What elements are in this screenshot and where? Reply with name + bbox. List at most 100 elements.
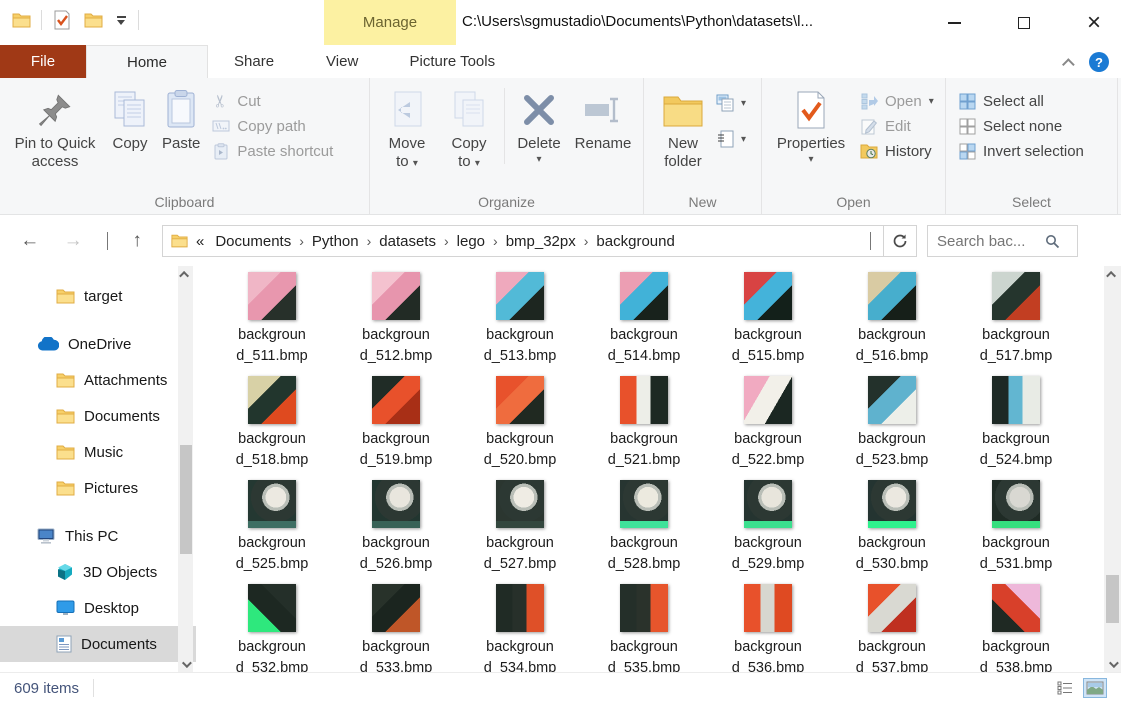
search-input[interactable]: [937, 233, 1045, 250]
history-button[interactable]: History: [860, 142, 934, 160]
paste-shortcut-button[interactable]: Paste shortcut: [212, 142, 333, 160]
address-dropdown-chevron[interactable]: [862, 232, 879, 250]
file-item-background_523-bmp[interactable]: background_523.bmp: [830, 376, 954, 480]
file-item-background_527-bmp[interactable]: background_527.bmp: [458, 480, 582, 584]
file-item-background_516-bmp[interactable]: background_516.bmp: [830, 272, 954, 376]
invert-selection-button[interactable]: Invert selection: [958, 142, 1084, 160]
sidebar-item-downloads[interactable]: Downloads: [0, 662, 196, 672]
sidebar-item-onedrive[interactable]: OneDrive: [0, 326, 196, 362]
file-item-background_513-bmp[interactable]: background_513.bmp: [458, 272, 582, 376]
files-scroll-up-icon[interactable]: [1104, 266, 1121, 282]
sidebar-scrollbar[interactable]: [178, 266, 193, 672]
back-button[interactable]: ←: [20, 230, 39, 252]
new-item-button[interactable]: ▾: [716, 94, 746, 112]
files-scroll-down-icon[interactable]: [1104, 656, 1121, 672]
paste-button[interactable]: Paste: [156, 82, 206, 153]
file-item-background_538-bmp[interactable]: background_538.bmp: [954, 584, 1078, 672]
file-item-background_535-bmp[interactable]: background_535.bmp: [582, 584, 706, 672]
file-item-background_511-bmp[interactable]: background_511.bmp: [210, 272, 334, 376]
rename-button[interactable]: Rename: [569, 82, 637, 153]
collapse-ribbon-chevron-icon[interactable]: [1066, 58, 1075, 67]
file-item-background_512-bmp[interactable]: background_512.bmp: [334, 272, 458, 376]
tab-home[interactable]: Home: [86, 45, 208, 78]
open-button[interactable]: Open ▾: [860, 92, 934, 110]
details-view-button[interactable]: [1053, 678, 1077, 698]
files-scroll-thumb[interactable]: [1106, 575, 1119, 624]
file-item-background_533-bmp[interactable]: background_533.bmp: [334, 584, 458, 672]
easy-access-button[interactable]: ▾: [716, 130, 746, 148]
edit-button[interactable]: Edit: [860, 117, 934, 135]
sidebar-item-pictures[interactable]: Pictures: [0, 470, 196, 506]
copy-path-button[interactable]: Copy path: [212, 117, 333, 135]
cut-button[interactable]: ✂ Cut: [212, 92, 333, 110]
tab-share[interactable]: Share: [208, 45, 300, 78]
file-item-background_517-bmp[interactable]: background_517.bmp: [954, 272, 1078, 376]
file-item-background_536-bmp[interactable]: background_536.bmp: [706, 584, 830, 672]
copy-button[interactable]: Copy: [104, 82, 156, 153]
breadcrumb-background[interactable]: background: [589, 233, 681, 250]
file-item-background_532-bmp[interactable]: background_532.bmp: [210, 584, 334, 672]
file-item-background_537-bmp[interactable]: background_537.bmp: [830, 584, 954, 672]
file-item-background_530-bmp[interactable]: background_530.bmp: [830, 480, 954, 584]
breadcrumb-python[interactable]: Python: [305, 233, 366, 250]
file-item-background_525-bmp[interactable]: background_525.bmp: [210, 480, 334, 584]
breadcrumb-overflow[interactable]: «: [188, 233, 208, 250]
new-folder-button[interactable]: New folder: [650, 82, 716, 172]
file-item-background_518-bmp[interactable]: background_518.bmp: [210, 376, 334, 480]
sidebar-scroll-down-icon[interactable]: [178, 656, 193, 672]
file-item-background_528-bmp[interactable]: background_528.bmp: [582, 480, 706, 584]
sidebar-item-desktop[interactable]: Desktop: [0, 590, 196, 626]
file-item-background_534-bmp[interactable]: background_534.bmp: [458, 584, 582, 672]
select-none-button[interactable]: Select none: [958, 117, 1084, 135]
file-item-background_521-bmp[interactable]: background_521.bmp: [582, 376, 706, 480]
sidebar-scroll-up-icon[interactable]: [178, 266, 193, 282]
app-folder-icon[interactable]: [10, 8, 32, 32]
help-button[interactable]: ?: [1089, 52, 1109, 72]
file-item-background_524-bmp[interactable]: background_524.bmp: [954, 376, 1078, 480]
sidebar-item-documents[interactable]: Documents: [0, 398, 196, 434]
forward-button[interactable]: →: [64, 230, 83, 252]
tab-file[interactable]: File: [0, 45, 86, 78]
file-item-background_515-bmp[interactable]: background_515.bmp: [706, 272, 830, 376]
up-button[interactable]: ↑: [132, 230, 142, 252]
qat-properties-icon[interactable]: [51, 8, 73, 32]
minimize-button[interactable]: [941, 10, 967, 36]
breadcrumb-datasets[interactable]: datasets: [372, 233, 443, 250]
file-item-background_529-bmp[interactable]: background_529.bmp: [706, 480, 830, 584]
breadcrumb-bmp-32px[interactable]: bmp_32px: [499, 233, 583, 250]
thumbnail-view-button[interactable]: [1083, 678, 1107, 698]
address-box[interactable]: « Documents › Python › datasets › lego ›…: [162, 225, 884, 257]
tab-picture-tools[interactable]: Picture Tools: [386, 45, 518, 78]
breadcrumb-lego[interactable]: lego: [450, 233, 492, 250]
maximize-button[interactable]: [1011, 10, 1037, 36]
file-item-background_531-bmp[interactable]: background_531.bmp: [954, 480, 1078, 584]
move-to-button[interactable]: Move to ▾: [376, 82, 438, 172]
qat-new-folder-icon[interactable]: [82, 8, 104, 32]
recent-locations-chevron[interactable]: [107, 232, 108, 250]
tab-view[interactable]: View: [300, 45, 384, 78]
file-item-background_526-bmp[interactable]: background_526.bmp: [334, 480, 458, 584]
sidebar-item-attachments[interactable]: Attachments: [0, 362, 196, 398]
close-button[interactable]: ×: [1081, 10, 1107, 36]
qat-customize-dropdown[interactable]: [113, 16, 129, 25]
delete-button[interactable]: Delete ▾: [509, 82, 569, 165]
refresh-button[interactable]: [884, 225, 917, 257]
sidebar-item-music[interactable]: Music: [0, 434, 196, 470]
sidebar-item-this-pc[interactable]: This PC: [0, 518, 196, 554]
pin-to-quick-access-button[interactable]: Pin to Quick access: [6, 82, 104, 172]
sidebar-scroll-thumb[interactable]: [180, 445, 192, 555]
files-scrollbar[interactable]: [1104, 266, 1121, 672]
select-all-button[interactable]: Select all: [958, 92, 1084, 110]
properties-button[interactable]: Properties ▾: [768, 82, 854, 165]
file-item-background_520-bmp[interactable]: background_520.bmp: [458, 376, 582, 480]
breadcrumb-documents[interactable]: Documents: [208, 233, 298, 250]
file-item-background_519-bmp[interactable]: background_519.bmp: [334, 376, 458, 480]
sidebar-item-3d-objects[interactable]: 3D Objects: [0, 554, 196, 590]
manage-contextual-tab[interactable]: Manage: [324, 0, 456, 45]
search-icon[interactable]: [1045, 234, 1060, 249]
copy-to-button[interactable]: Copy to ▾: [438, 82, 500, 172]
sidebar-item-documents[interactable]: Documents: [0, 626, 196, 662]
file-item-background_514-bmp[interactable]: background_514.bmp: [582, 272, 706, 376]
file-item-background_522-bmp[interactable]: background_522.bmp: [706, 376, 830, 480]
sidebar-item-target[interactable]: target: [0, 278, 196, 314]
